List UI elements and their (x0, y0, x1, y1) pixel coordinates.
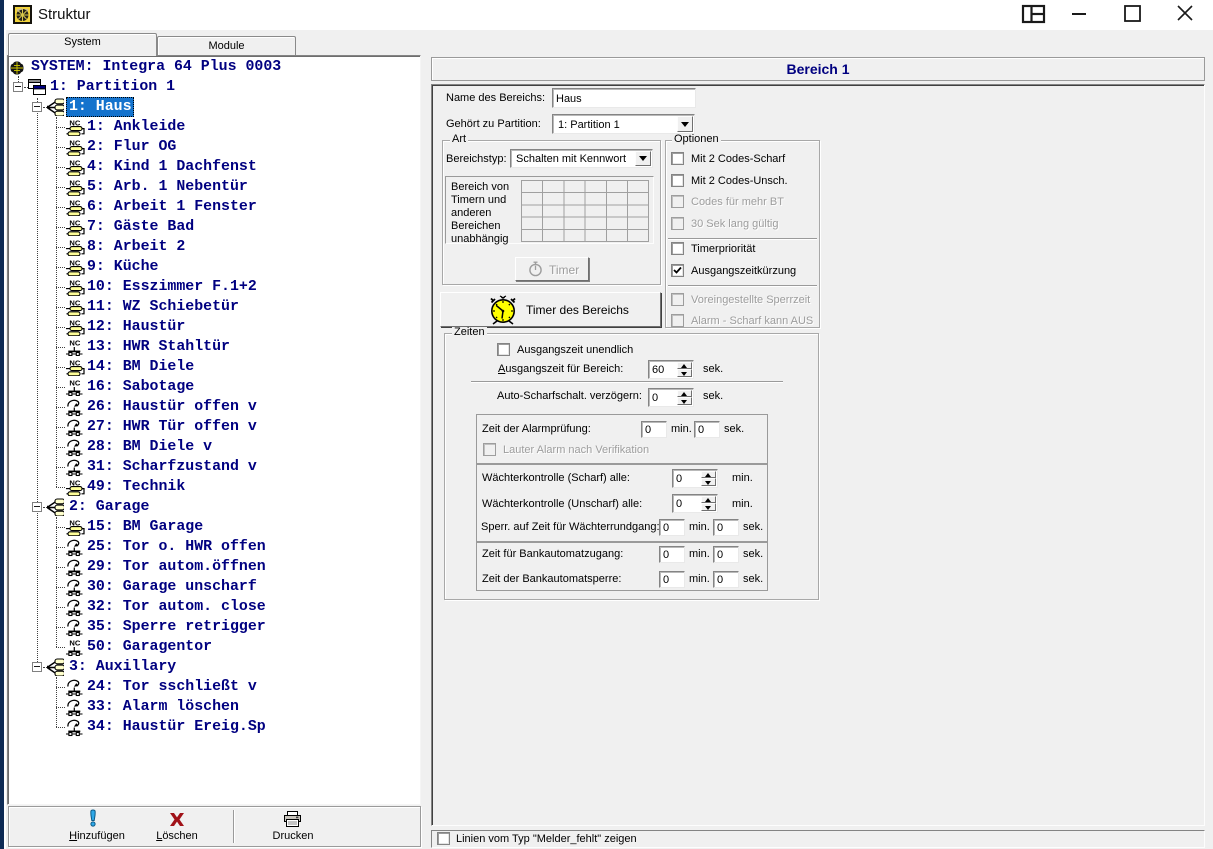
svg-text:NC: NC (69, 339, 80, 348)
svg-text:NC: NC (69, 639, 80, 648)
svg-text:NC: NC (69, 379, 80, 388)
